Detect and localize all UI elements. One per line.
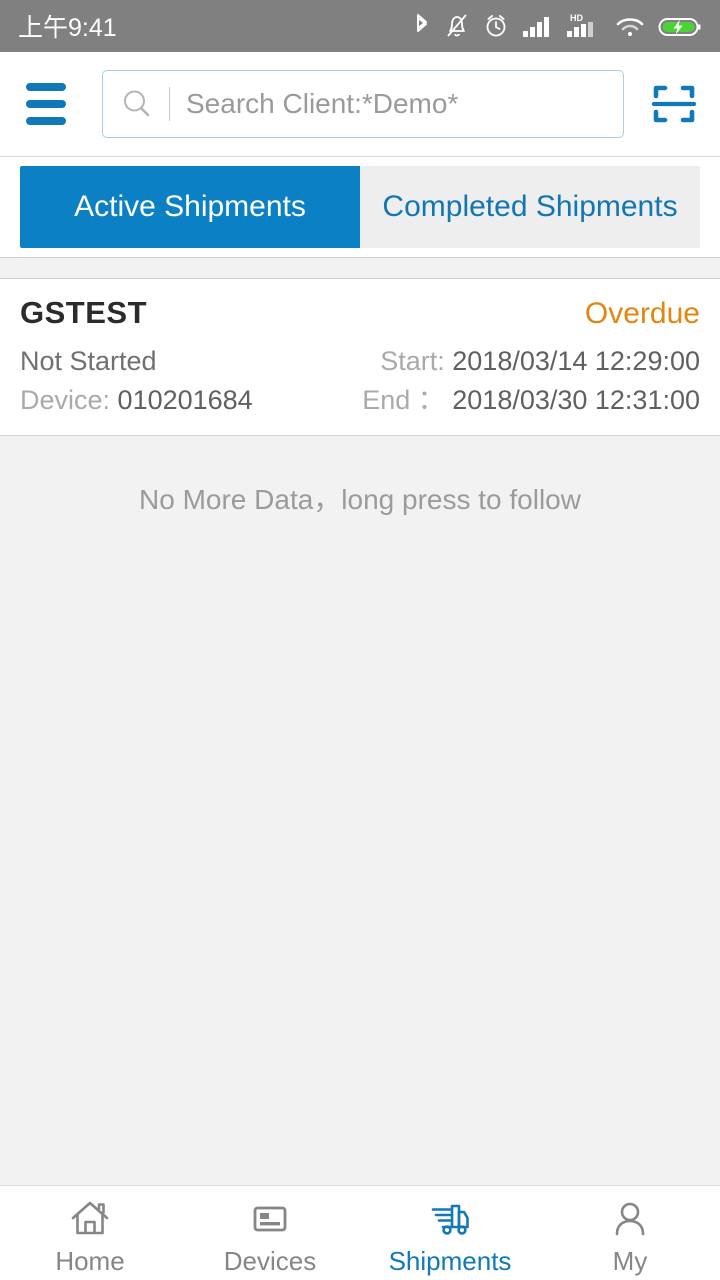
tab-active-shipments[interactable]: Active Shipments <box>20 166 360 248</box>
scan-code-icon[interactable] <box>646 76 702 132</box>
nav-item-shipments[interactable]: Shipments <box>360 1186 540 1280</box>
battery-charging-icon <box>658 11 704 41</box>
shipment-state: Not Started <box>20 346 157 376</box>
shipment-tabs: Active Shipments Completed Shipments <box>20 166 700 248</box>
shipment-start-value: 2018/03/14 12:29:00 <box>452 346 700 376</box>
shipment-device-label: Device: <box>20 384 111 415</box>
hamburger-icon[interactable] <box>18 80 74 128</box>
shipment-end-value: 2018/03/30 12:31:00 <box>452 384 700 415</box>
shipment-start-label: Start: <box>380 346 445 376</box>
hd-signal-icon: HD <box>566 11 602 41</box>
shipment-device-value: 010201684 <box>117 384 253 415</box>
alarm-clock-icon <box>482 11 510 41</box>
hamburger-bar <box>26 117 66 125</box>
no-more-data-text[interactable]: No More Data，long press to follow <box>0 436 720 518</box>
app-header <box>0 52 720 157</box>
hamburger-bar <box>26 83 66 91</box>
shipment-title: GSTEST <box>20 295 148 330</box>
bell-muted-icon <box>444 11 470 41</box>
list-separator <box>0 257 720 279</box>
shipment-details-right: Start: 2018/03/14 12:29:00 End ： 2018/03… <box>362 345 700 417</box>
search-icon <box>119 86 155 122</box>
truck-icon <box>428 1197 472 1241</box>
search-input[interactable] <box>186 88 607 120</box>
status-bar: 上午9:41 HD <box>0 0 720 52</box>
wifi-icon <box>614 11 646 41</box>
search-divider <box>169 87 170 121</box>
status-badge: Overdue <box>584 297 700 330</box>
shipment-tabs-container: Active Shipments Completed Shipments <box>0 157 720 257</box>
nav-item-devices-label: Devices <box>223 1245 317 1276</box>
shipment-details: Not Started Device: 010201684 Start: 201… <box>20 345 700 417</box>
hamburger-bar <box>26 100 66 108</box>
tab-completed-shipments[interactable]: Completed Shipments <box>360 166 700 248</box>
device-card-icon <box>248 1197 292 1241</box>
shipment-header-row: GSTEST Overdue <box>20 295 700 331</box>
shipment-start-row: Start: 2018/03/14 12:29:00 <box>362 345 700 378</box>
bottom-navigation: Home Devices Shipments My <box>0 1185 720 1280</box>
nav-item-shipments-label: Shipments <box>388 1245 512 1276</box>
nav-item-home-label: Home <box>55 1245 125 1276</box>
shipment-list-item[interactable]: GSTEST Overdue Not Started Device: 01020… <box>0 279 720 436</box>
shipment-end-label: End ： <box>362 384 445 415</box>
shipment-end-row: End ： 2018/03/30 12:31:00 <box>362 384 700 417</box>
nav-item-home[interactable]: Home <box>0 1186 180 1280</box>
shipment-list[interactable]: GSTEST Overdue Not Started Device: 01020… <box>0 279 720 1185</box>
shipment-device-row: Device: 010201684 <box>20 384 253 417</box>
status-bar-time: 上午9:41 <box>18 14 117 42</box>
search-bar[interactable] <box>102 70 624 138</box>
home-icon <box>68 1197 112 1241</box>
tab-active-shipments-label: Active Shipments <box>74 190 306 223</box>
app-root: 上午9:41 HD Search Client:*Demo* Active Sh… <box>0 0 720 1280</box>
bluetooth-icon <box>412 11 432 41</box>
svg-text:HD: HD <box>570 13 583 23</box>
nav-item-my-label: My <box>612 1245 648 1276</box>
tab-completed-shipments-label: Completed Shipments <box>382 190 678 223</box>
signal-bars-icon <box>522 11 554 41</box>
status-bar-icons: HD <box>412 11 704 41</box>
person-icon <box>608 1197 652 1241</box>
nav-item-my[interactable]: My <box>540 1186 720 1280</box>
shipment-details-left: Not Started Device: 010201684 <box>20 345 253 417</box>
nav-item-devices[interactable]: Devices <box>180 1186 360 1280</box>
